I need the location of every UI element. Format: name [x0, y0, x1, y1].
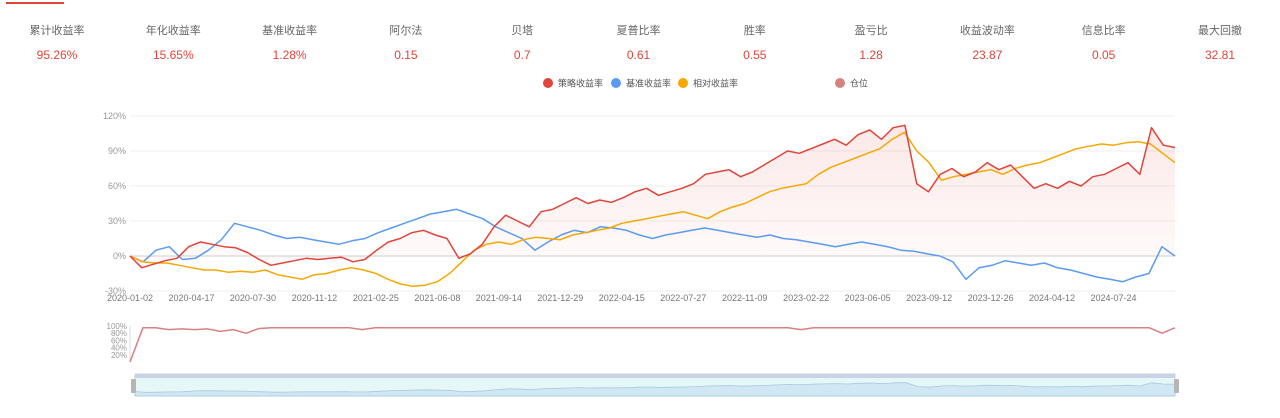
return-chart: -30%0%30%60%90%120% 2020-01-02 2020-04-17…	[103, 111, 1179, 397]
x-tick-label: 2024-04-12	[1029, 293, 1075, 303]
x-tick-label: 2022-07-27	[660, 293, 706, 303]
y-tick-label: 120%	[103, 111, 126, 121]
y-axis-ticks: -30%0%30%60%90%120%	[103, 111, 126, 296]
y-tick-label: 0%	[113, 251, 126, 261]
series-lines	[129, 124, 1176, 288]
x-axis-ticks: 2020-01-02 2020-04-17 2020-07-30 2020-11-12…	[107, 293, 1137, 303]
zoom-handle-right	[1174, 379, 1179, 393]
x-tick-label: 2023-09-12	[906, 293, 952, 303]
position-tick-label: 20%	[111, 351, 127, 360]
x-tick-label: 2023-02-22	[783, 293, 829, 303]
y-tick-label: 90%	[108, 146, 126, 156]
position-subchart: 100%80%60%40%20%	[107, 322, 1176, 363]
x-tick-label: 2023-12-26	[968, 293, 1014, 303]
x-tick-label: 2020-01-02	[107, 293, 153, 303]
zoom-top-bar	[135, 374, 1175, 378]
zoom-handle-left	[131, 379, 136, 393]
x-tick-label: 2020-07-30	[230, 293, 276, 303]
x-tick-label: 2022-11-09	[722, 293, 767, 303]
x-tick-label: 2021-06-08	[414, 293, 460, 303]
y-tick-label: 60%	[108, 181, 126, 191]
x-tick-label: 2020-04-17	[168, 293, 214, 303]
x-tick-label: 2021-02-25	[353, 293, 399, 303]
zoom-slider[interactable]	[131, 373, 1179, 397]
strategy-area	[130, 125, 1175, 268]
x-tick-label: 2024-07-24	[1091, 293, 1137, 303]
x-tick-label: 2020-11-12	[292, 293, 337, 303]
y-tick-label: 30%	[108, 216, 126, 226]
x-tick-label: 2021-12-29	[537, 293, 583, 303]
x-tick-label: 2021-09-14	[476, 293, 522, 303]
position-line	[129, 327, 1176, 363]
x-tick-label: 2023-06-05	[845, 293, 891, 303]
x-tick-label: 2022-04-15	[599, 293, 645, 303]
